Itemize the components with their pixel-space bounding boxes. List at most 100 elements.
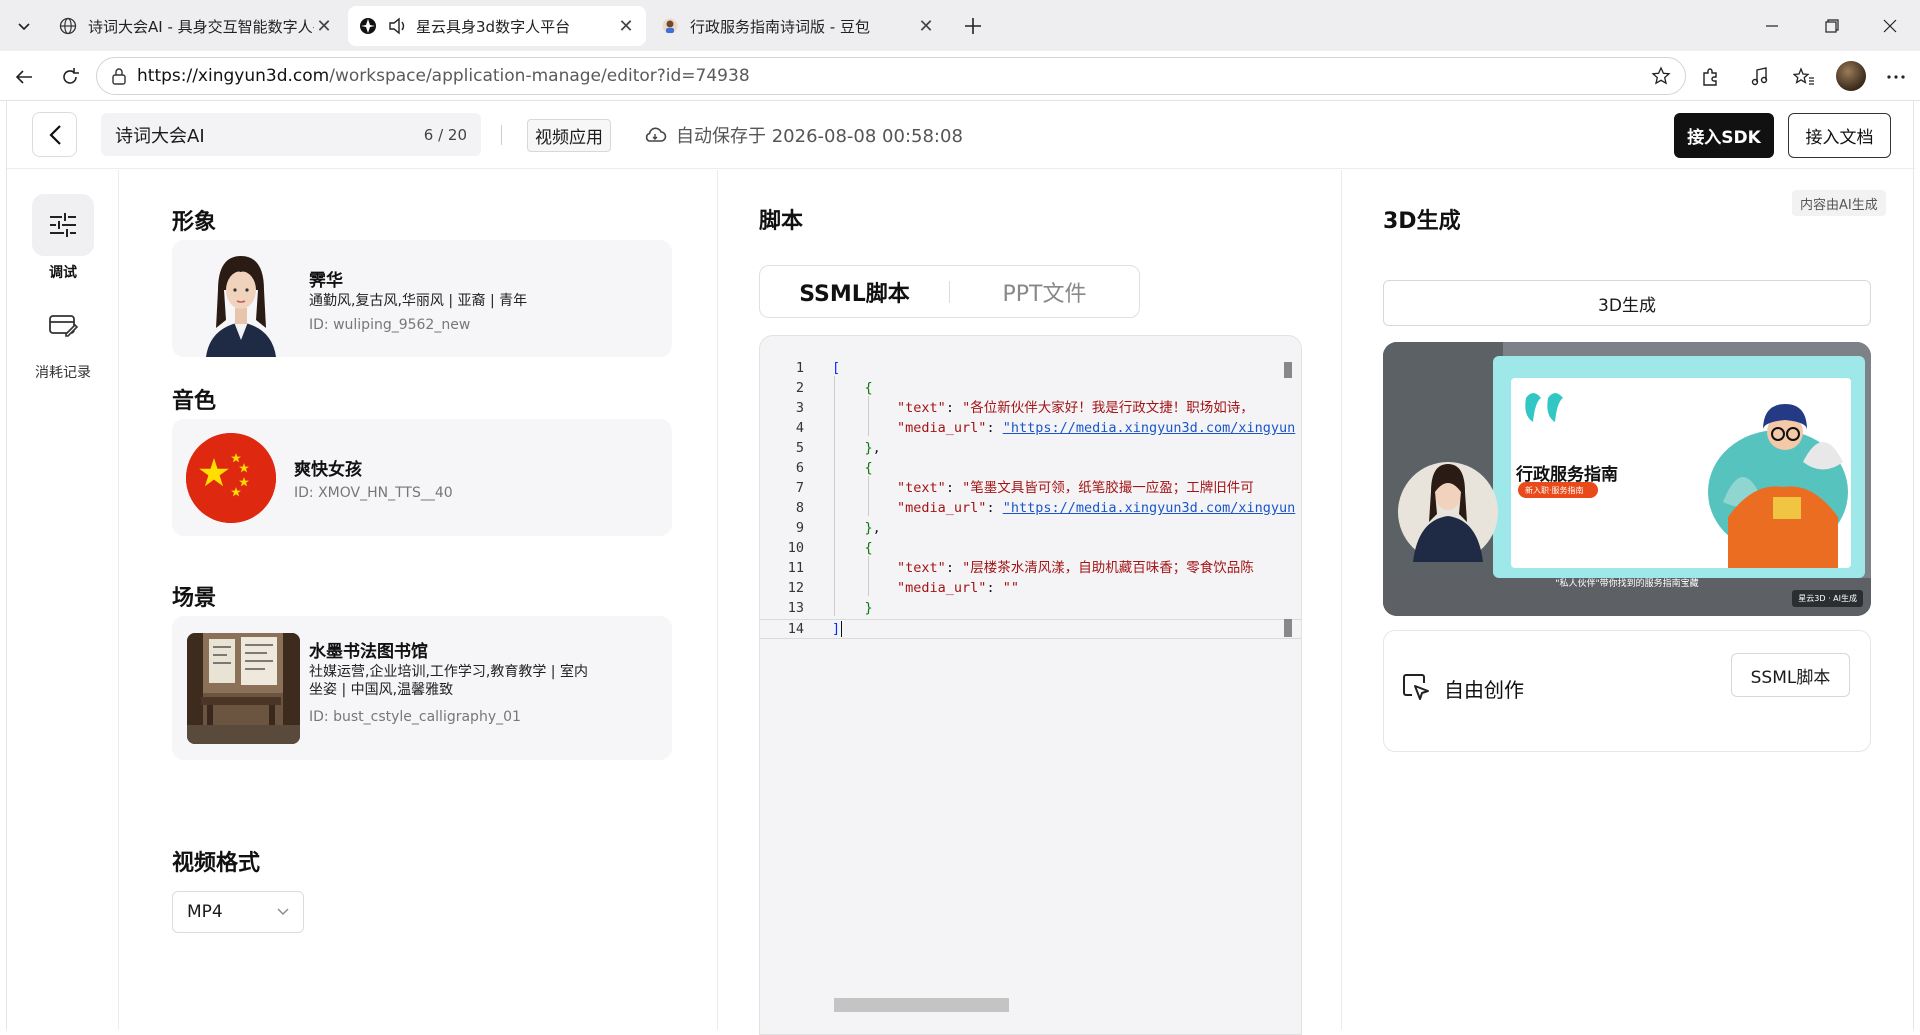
- line-number: 2: [795, 380, 804, 396]
- horizontal-scrollbar[interactable]: [834, 998, 1009, 1012]
- back-button[interactable]: [32, 112, 77, 157]
- code-line: {: [864, 540, 873, 556]
- avatar-card[interactable]: 霁华 通勤风,复古风,华丽风 | 亚裔 | 青年 ID: wuliping_95…: [172, 240, 672, 357]
- tab-ssml-script[interactable]: SSML脚本: [760, 276, 949, 308]
- speaker-icon[interactable]: [388, 16, 408, 36]
- reload-button[interactable]: [54, 61, 86, 93]
- close-icon[interactable]: ✕: [314, 16, 334, 37]
- avatar-name: 霁华: [309, 271, 343, 291]
- profile-avatar[interactable]: [1836, 61, 1866, 91]
- header-divider: [501, 125, 502, 145]
- minimize-icon: [1766, 24, 1778, 27]
- scene-thumbnail: [187, 633, 300, 744]
- app-name-value: 诗词大会AI: [115, 125, 205, 147]
- scene-tags-line1: 社媒运营,企业培训,工作学习,教育教学 | 室内: [309, 664, 588, 680]
- close-icon[interactable]: ✕: [916, 16, 936, 37]
- wallet-icon: [32, 294, 94, 356]
- line-number: 5: [795, 440, 804, 456]
- rail-label: 消耗记录: [35, 365, 91, 381]
- left-rail: 调试 消耗记录: [7, 170, 119, 1030]
- app-name-count: 6 / 20: [423, 125, 467, 144]
- code-line: },: [864, 520, 881, 536]
- voice-card[interactable]: 爽快女孩 ID: XMOV_HN_TTS__40: [172, 419, 672, 536]
- ssml-script-button[interactable]: SSML脚本: [1731, 653, 1850, 697]
- line-number: 6: [795, 460, 804, 476]
- tab-title: 诗词大会AI - 具身交互智能数字人平台: [88, 17, 314, 36]
- voice-section-title: 音色: [172, 389, 217, 414]
- slide-subtitle: 新入职·服务指南: [1525, 486, 1584, 495]
- favorites-icon: [1793, 67, 1814, 85]
- code-line: }: [864, 600, 873, 616]
- code-line: "media_url": "": [897, 580, 1019, 596]
- line-number: 12: [787, 580, 804, 596]
- arrow-left-icon: [15, 70, 32, 84]
- format-value: MP4: [187, 902, 223, 922]
- puzzle-icon: [1703, 68, 1717, 86]
- format-section-title: 视频格式: [172, 851, 261, 876]
- browser-tab-bar: 诗词大会AI - 具身交互智能数字人平台 ✕ 星云具身3d数字人平台 ✕ 行政服…: [0, 0, 1920, 51]
- autosave-status: 自动保存于 2026-08-08 00:58:08: [643, 122, 963, 148]
- scene-tags-line2: 坐姿 | 中国风,温馨雅致: [309, 682, 454, 698]
- scene-card[interactable]: 水墨书法图书馆 社媒运营,企业培训,工作学习,教育教学 | 室内 坐姿 | 中国…: [172, 616, 672, 760]
- voice-name: 爽快女孩: [294, 460, 362, 480]
- minimize-button[interactable]: [1742, 0, 1802, 51]
- url-host: https://xingyun3d.com: [137, 66, 330, 86]
- free-create-label: 自由创作: [1444, 678, 1524, 702]
- more-menu-button[interactable]: [1880, 61, 1912, 93]
- slide-title: 行政服务指南: [1516, 465, 1618, 485]
- restore-icon: [1825, 18, 1839, 33]
- more-dots-icon: [1887, 75, 1905, 79]
- tab-ppt-file[interactable]: PPT文件: [950, 276, 1139, 308]
- close-window-button[interactable]: [1860, 0, 1920, 51]
- rail-item-debug[interactable]: 调试: [7, 194, 119, 282]
- integrate-docs-button[interactable]: 接入文档: [1788, 113, 1891, 158]
- sliders-icon: [32, 194, 94, 256]
- new-tab-button[interactable]: [957, 10, 989, 42]
- app-header: 诗词大会AI 6 / 20 视频应用 自动保存于 2026-08-08 00:5…: [7, 101, 1915, 169]
- site-info-icon[interactable]: [111, 67, 127, 85]
- back-nav-button[interactable]: [8, 61, 40, 93]
- tab-doubao[interactable]: 行政服务指南诗词版 - 豆包 ✕: [650, 6, 946, 46]
- line-number: 11: [787, 560, 804, 576]
- rail-item-usage[interactable]: 消耗记录: [7, 294, 119, 382]
- tab-list-dropdown[interactable]: [8, 10, 40, 42]
- preview-scene: [1383, 342, 1871, 616]
- favorites-button[interactable]: [1788, 61, 1820, 93]
- plus-icon: [965, 18, 981, 34]
- url-input[interactable]: https://xingyun3d.com/workspace/applicat…: [96, 57, 1686, 95]
- avatar-tags: 通勤风,复古风,华丽风 | 亚裔 | 青年: [309, 293, 528, 309]
- tab-ai-poetry[interactable]: 诗词大会AI - 具身交互智能数字人平台 ✕: [48, 6, 344, 46]
- free-create-card[interactable]: 自由创作 SSML脚本: [1383, 630, 1871, 752]
- tab-xingyun-platform[interactable]: 星云具身3d数字人平台 ✕: [348, 6, 646, 46]
- ai-generated-badge: 内容由AI生成: [1792, 190, 1886, 216]
- star-icon[interactable]: [1651, 66, 1671, 91]
- code-line: "media_url": "https://media.xingyun3d.co…: [897, 500, 1296, 516]
- line-number: 9: [795, 520, 804, 536]
- line-number: 7: [795, 480, 804, 496]
- edit-cursor-icon: [1402, 673, 1430, 705]
- scroll-marker: [1284, 619, 1292, 637]
- reload-icon: [63, 68, 79, 84]
- avatar-section-title: 形象: [172, 210, 217, 235]
- rail-label: 调试: [49, 265, 77, 281]
- avatar-thumbnail: [196, 250, 286, 357]
- line-number: 13: [787, 600, 804, 616]
- chevron-left-icon: [48, 124, 61, 145]
- maximize-button[interactable]: [1802, 0, 1862, 51]
- editor-app: 诗词大会AI 6 / 20 视频应用 自动保存于 2026-08-08 00:5…: [6, 101, 1915, 1035]
- integrate-sdk-button[interactable]: 接入SDK: [1674, 113, 1774, 158]
- generate-3d-button[interactable]: 3D生成: [1383, 280, 1871, 326]
- code-editor[interactable]: 1 2 3 4 5 6 7 8 9 10 11 12 13 14 [ { "te…: [759, 335, 1302, 1035]
- code-line: "media_url": "https://media.xingyun3d.co…: [897, 420, 1296, 436]
- line-number: 10: [787, 540, 804, 556]
- china-flag-icon: [186, 433, 276, 523]
- code-line: {: [864, 380, 873, 396]
- app-logo-icon: [358, 16, 378, 36]
- close-icon[interactable]: ✕: [616, 16, 636, 37]
- script-section-title: 脚本: [759, 209, 804, 234]
- media-control-button[interactable]: [1744, 61, 1776, 93]
- video-preview[interactable]: 行政服务指南 新入职·服务指南 "私人伙伴"带你找到的服务指南宝藏 星云3D ·…: [1383, 342, 1871, 616]
- app-name-input[interactable]: 诗词大会AI 6 / 20: [101, 113, 481, 156]
- extensions-button[interactable]: [1694, 61, 1726, 93]
- format-select[interactable]: MP4: [172, 891, 304, 933]
